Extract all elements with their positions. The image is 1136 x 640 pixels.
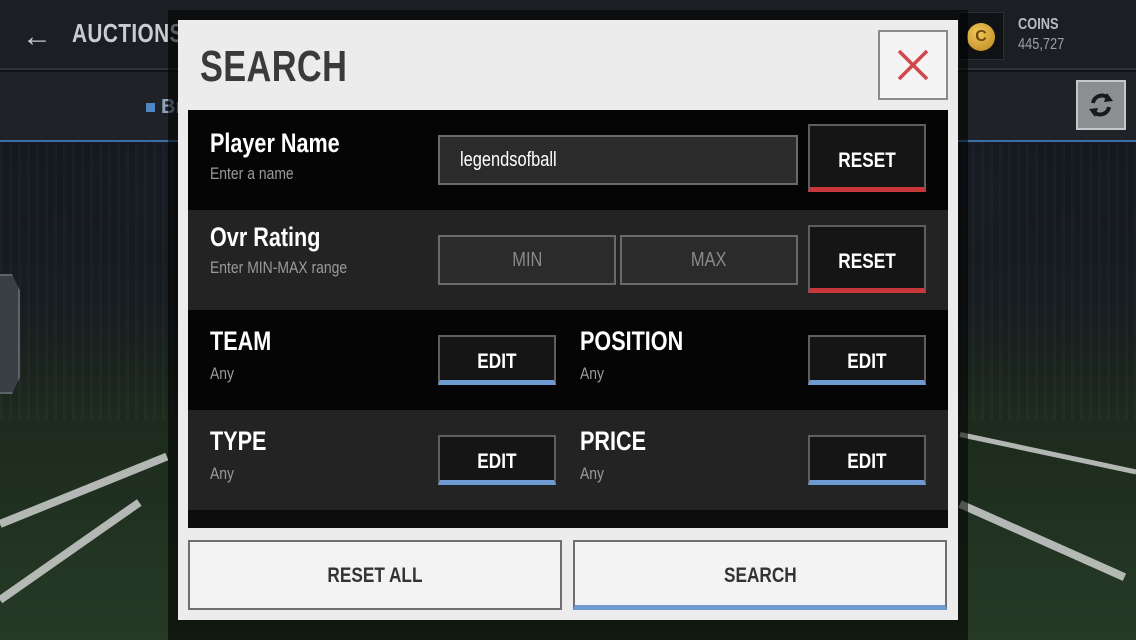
team-position-row: TEAM Any EDIT POSITION Any EDIT [188,310,948,410]
type-value: Any [210,464,235,483]
type-price-row: TYPE Any EDIT PRICE Any EDIT [188,410,948,510]
player-name-value: legendsofball [460,149,557,171]
price-value: Any [580,464,605,483]
price-label: PRICE [580,426,647,456]
reset-label: RESET [838,250,896,273]
search-modal: SEARCH Player Name Enter a name legendso… [178,20,958,620]
close-button[interactable] [878,30,948,100]
player-name-row: Player Name Enter a name legendsofball R… [188,110,948,210]
player-name-label: Player Name [210,128,340,158]
team-edit-button[interactable]: EDIT [438,335,556,385]
search-label: SEARCH [723,564,797,587]
edit-label: EDIT [477,450,517,473]
edit-label: EDIT [847,350,887,373]
tab-marker-icon [146,103,155,113]
edit-label: EDIT [477,350,517,373]
price-edit-button[interactable]: EDIT [808,435,926,485]
search-filters-panel: Player Name Enter a name legendsofball R… [188,110,948,528]
ovr-max-input[interactable]: MAX [620,235,798,285]
ovr-min-input[interactable]: MIN [438,235,616,285]
player-name-input[interactable]: legendsofball [438,135,798,185]
team-label: TEAM [210,326,272,356]
reset-label: RESET [838,149,896,172]
ovr-max-placeholder: MAX [691,249,727,271]
ovr-rating-row: Ovr Rating Enter MIN-MAX range MIN MAX R… [188,210,948,310]
side-drawer-handle[interactable] [0,274,20,394]
ovr-rating-hint: Enter MIN-MAX range [210,258,348,277]
coins-label: COINS [1018,16,1059,33]
search-button[interactable]: SEARCH [573,540,947,610]
coin-icon: C [967,23,995,51]
reset-all-label: RESET ALL [327,564,423,587]
refresh-button[interactable] [1076,80,1126,130]
position-edit-button[interactable]: EDIT [808,335,926,385]
coins-value: 445,727 [1018,36,1065,53]
type-label: TYPE [210,426,267,456]
position-label: POSITION [580,326,684,356]
player-name-reset-button[interactable]: RESET [808,124,926,192]
close-icon [897,49,929,81]
team-value: Any [210,364,235,383]
modal-title: SEARCH [200,42,348,91]
ovr-rating-reset-button[interactable]: RESET [808,225,926,293]
position-value: Any [580,364,605,383]
reset-all-button[interactable]: RESET ALL [188,540,562,610]
refresh-icon [1089,93,1113,117]
back-arrow-icon[interactable]: ← [20,20,54,54]
ovr-rating-label: Ovr Rating [210,222,321,252]
type-edit-button[interactable]: EDIT [438,435,556,485]
player-name-hint: Enter a name [210,164,294,183]
ovr-min-placeholder: MIN [511,249,543,271]
edit-label: EDIT [847,450,887,473]
